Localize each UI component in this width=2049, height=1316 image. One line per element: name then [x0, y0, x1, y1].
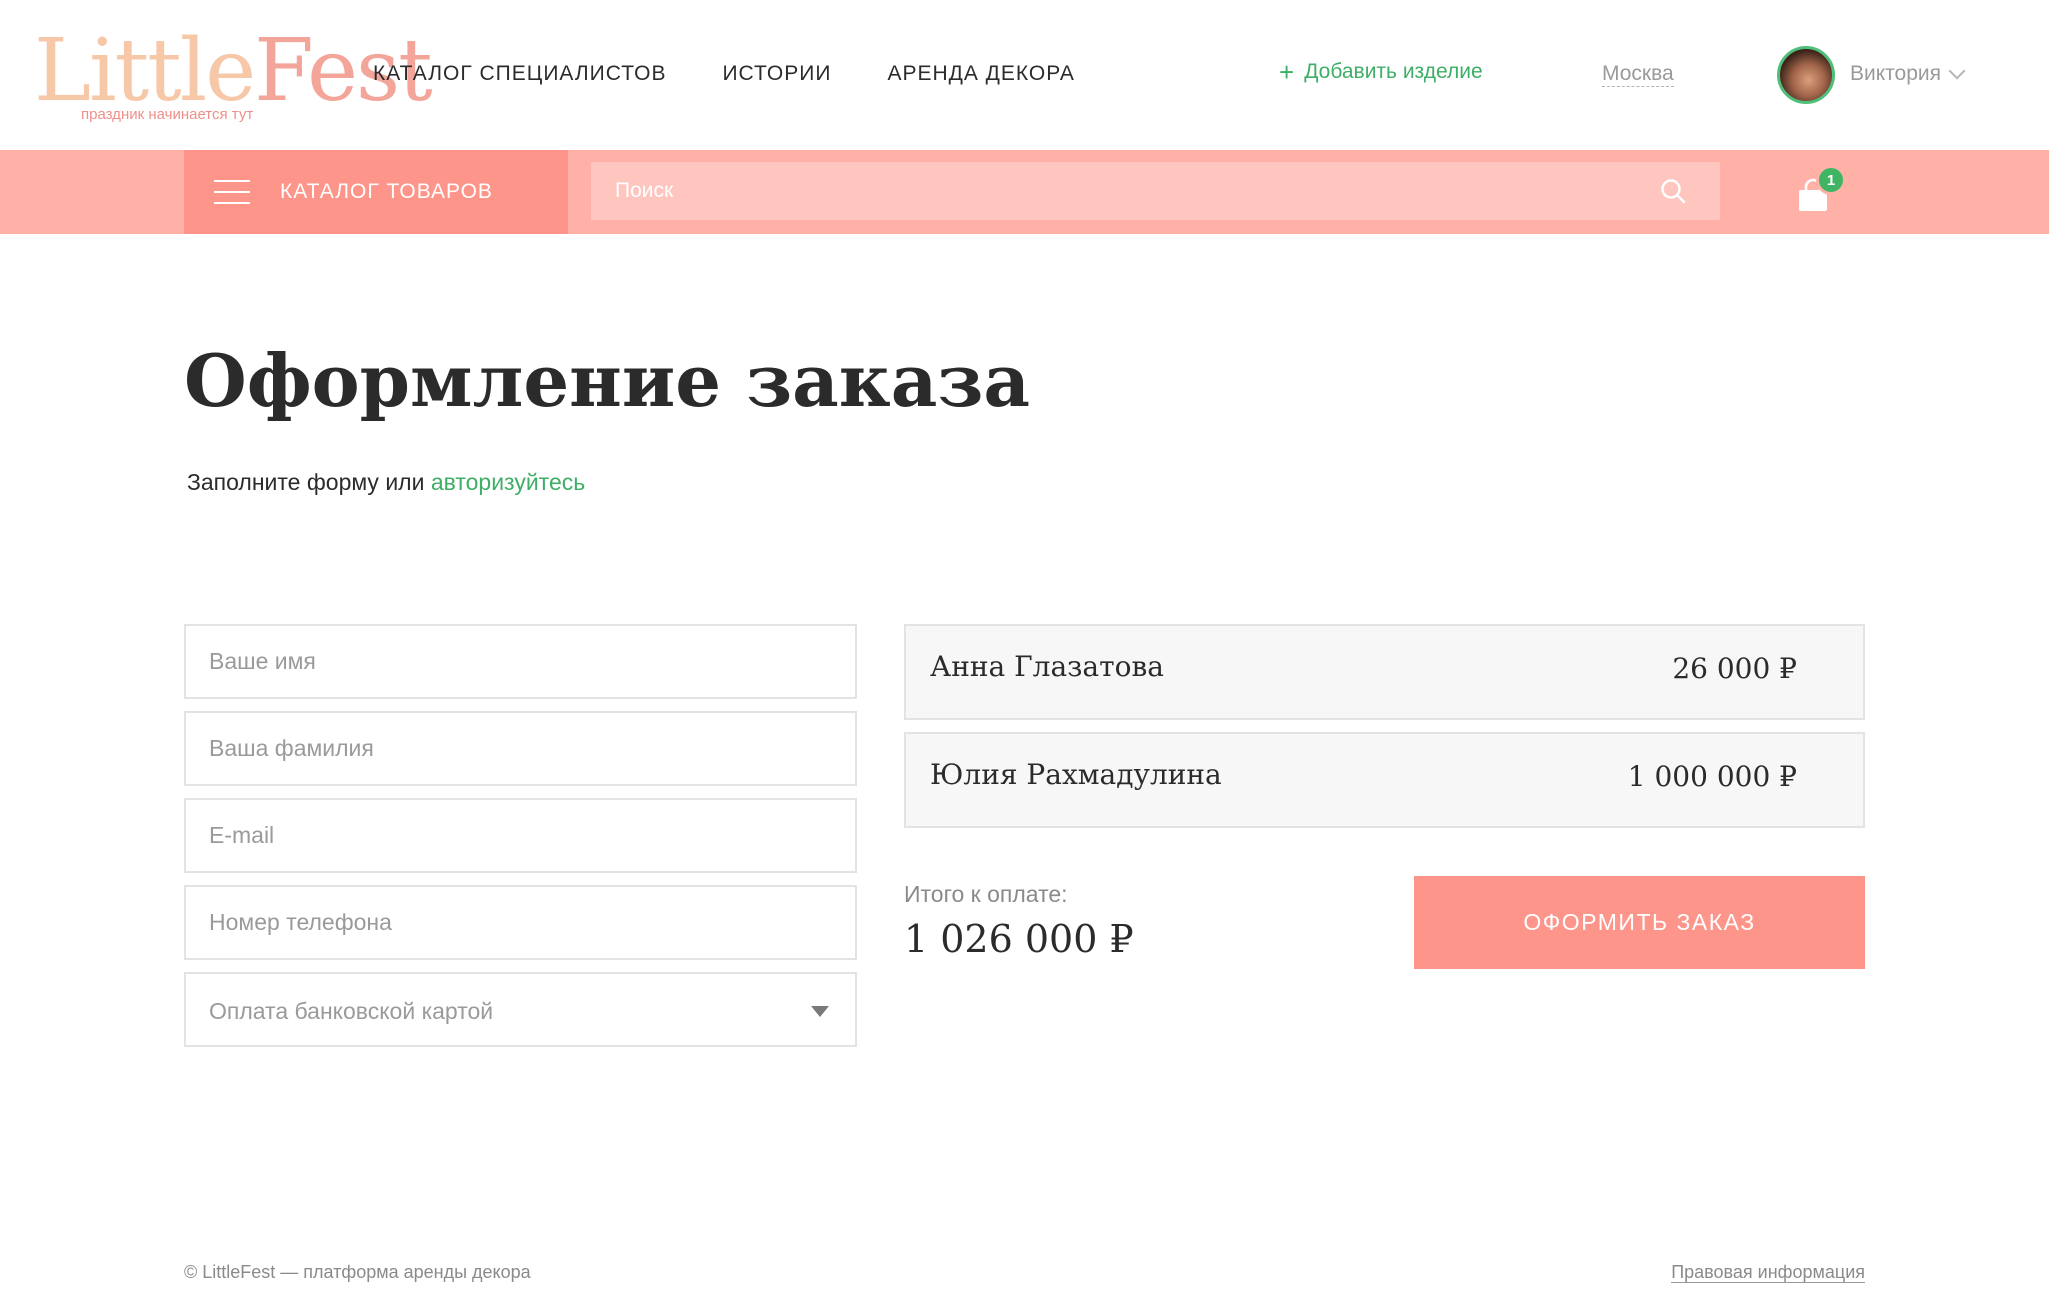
avatar[interactable]	[1777, 46, 1835, 104]
chevron-down-icon	[1948, 62, 1966, 80]
email-input[interactable]	[186, 800, 855, 871]
last-name-input[interactable]	[186, 713, 855, 784]
plus-icon: +	[1279, 57, 1295, 87]
total-label: Итого к оплате:	[904, 881, 1068, 907]
order-item-name: Юлия Рахмадулина	[930, 758, 1222, 791]
phone-input[interactable]	[186, 887, 855, 958]
order-item-name: Анна Глазатова	[930, 650, 1164, 683]
total-value: 1 026 000 ₽	[904, 917, 1134, 961]
place-order-button[interactable]: ОФОРМИТЬ ЗАКАЗ	[1414, 876, 1865, 969]
logo-wordmark: LittleFest	[34, 21, 433, 121]
logo[interactable]: LittleFest праздник начинается тут	[34, 26, 433, 126]
checkout-form: Оплата банковской картой	[184, 624, 857, 1059]
page-subtitle: Заполните форму или авторизуйтесь	[187, 469, 586, 495]
email-field-wrap	[184, 798, 857, 873]
last-name-field-wrap	[184, 711, 857, 786]
first-name-input[interactable]	[186, 626, 855, 697]
user-name: Виктория	[1850, 62, 1942, 85]
catalog-button-label: КАТАЛОГ ТОВАРОВ	[280, 180, 493, 203]
user-menu[interactable]: Виктория	[1850, 62, 1966, 86]
nav-link-stories[interactable]: ИСТОРИИ	[722, 62, 831, 86]
order-item-price: 1 000 000 ₽	[1627, 760, 1797, 793]
logo-tagline: праздник начинается тут	[81, 106, 254, 123]
login-link[interactable]: авторизуйтесь	[431, 469, 585, 495]
dropdown-arrow-icon	[811, 1006, 829, 1017]
add-item-link[interactable]: + Добавить изделие	[1279, 57, 1483, 87]
add-item-label: Добавить изделие	[1304, 60, 1483, 83]
first-name-field-wrap	[184, 624, 857, 699]
order-item: Юлия Рахмадулина 1 000 000 ₽	[904, 732, 1865, 828]
legal-info-link[interactable]: Правовая информация	[1671, 1262, 1865, 1283]
catalog-search-bar: КАТАЛОГ ТОВАРОВ	[0, 150, 2049, 234]
nav-link-specialists[interactable]: КАТАЛОГ СПЕЦИАЛИСТОВ	[373, 62, 666, 86]
payment-method-select[interactable]: Оплата банковской картой	[184, 972, 857, 1047]
main-nav: КАТАЛОГ СПЕЦИАЛИСТОВ ИСТОРИИ АРЕНДА ДЕКО…	[373, 62, 1131, 86]
site-header: LittleFest праздник начинается тут КАТАЛ…	[0, 0, 2049, 150]
footer-copyright: © LittleFest — платформа аренды декора	[184, 1262, 531, 1282]
search-input[interactable]	[591, 162, 1720, 220]
nav-link-decor-rental[interactable]: АРЕНДА ДЕКОРА	[887, 62, 1074, 86]
cart-count-badge: 1	[1816, 165, 1846, 195]
order-item: Анна Глазатова 26 000 ₽	[904, 624, 1865, 720]
order-items: Анна Глазатова 26 000 ₽ Юлия Рахмадулина…	[904, 624, 1865, 840]
page-title: Оформление заказа	[184, 338, 1030, 423]
search-box	[591, 162, 1720, 220]
catalog-button[interactable]: КАТАЛОГ ТОВАРОВ	[184, 150, 568, 234]
menu-icon	[214, 180, 250, 204]
phone-field-wrap	[184, 885, 857, 960]
search-icon[interactable]	[1660, 178, 1686, 204]
order-item-price: 26 000 ₽	[1672, 652, 1797, 685]
city-selector[interactable]: Москва	[1602, 62, 1674, 87]
payment-method-value: Оплата банковской картой	[209, 998, 494, 1024]
